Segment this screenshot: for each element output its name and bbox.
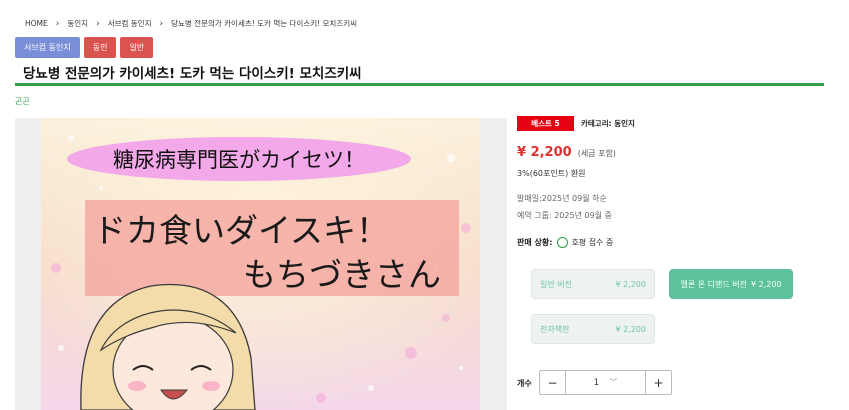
quantity-decrease-button[interactable]: − xyxy=(540,371,566,394)
tag-subculture[interactable]: 서브컴 동인지 xyxy=(15,37,80,58)
chevron-right-icon: › xyxy=(159,18,164,29)
page-title: 당뇨병 전문의가 카이세츠! 도카 먹는 다이스키! 모치즈키씨 xyxy=(23,66,362,82)
quantity-value: 1 xyxy=(593,377,600,388)
breadcrumb-current: 당뇨병 전문의가 카이세츠! 도카 먹는 다이스키! 모치즈키씨 xyxy=(171,19,358,28)
quantity-label: 개수 xyxy=(517,379,532,388)
tax-note: (세금 포함) xyxy=(577,149,616,158)
version-label: 멜론 온 디맨드 버전 xyxy=(680,279,747,289)
reserve-group: 예약 그룹: 2025년 09월 중 xyxy=(517,211,612,220)
release-date: 발매일:2025년 09월 하순 xyxy=(517,194,607,203)
cover-line3: もちづきさん xyxy=(243,255,441,294)
quantity-increase-button[interactable]: + xyxy=(645,371,671,394)
cover-line1: 糖尿病専門医がカイセツ！ xyxy=(113,148,365,172)
version-on-demand-button[interactable]: 멜론 온 디맨드 버전 ¥ 2,200 xyxy=(669,269,793,299)
points-rebate: 3%(60포인트) 환원 xyxy=(517,169,586,178)
cover-line2: ドカ食いダイスキ！ xyxy=(93,211,389,250)
version-price: ¥ 2,200 xyxy=(750,279,782,289)
version-price: ¥ 2,200 xyxy=(615,324,646,334)
cover-image[interactable]: 糖尿病専門医がカイセツ！ ドカ食いダイスキ！ もちづきさん xyxy=(41,118,480,410)
tag-doujin[interactable]: 동인 xyxy=(83,37,117,58)
status-circle-icon xyxy=(557,237,569,248)
price-row: ¥ 2,200 (세금 포함) xyxy=(517,145,616,160)
chevron-right-icon: › xyxy=(55,18,60,29)
version-label: 일반 버전 xyxy=(540,279,572,289)
tag-general[interactable]: 일반 xyxy=(120,37,154,58)
version-general-button[interactable]: 일반 버전 ¥ 2,200 xyxy=(531,269,655,299)
price: ¥ 2,200 xyxy=(517,145,572,160)
quantity-select[interactable]: 1 ﹀ xyxy=(566,377,645,388)
category-label[interactable]: 카테고리: 동인지 xyxy=(581,118,635,129)
quantity-stepper: − 1 ﹀ + xyxy=(539,370,672,395)
tag-list: 서브컴 동인지 동인 일반 xyxy=(15,37,154,58)
sales-status-label: 판매 상황: xyxy=(517,238,553,247)
sales-status: 판매 상황: 호평 접수 중 xyxy=(517,237,613,248)
breadcrumb-subculture[interactable]: 서브컴 동인지 xyxy=(108,18,152,29)
chevron-down-icon: ﹀ xyxy=(609,378,618,387)
author-link[interactable]: 곤곤 xyxy=(15,96,30,107)
version-ebook-button[interactable]: 전자책판 ¥ 2,200 xyxy=(531,314,655,344)
breadcrumb-home[interactable]: HOME xyxy=(25,19,48,28)
chevron-right-icon: › xyxy=(96,18,100,29)
breadcrumb: HOME › 동인지 › 서브컴 동인지 › 당뇨병 전문의가 카이세츠! 도카… xyxy=(25,18,357,29)
sales-status-value: 호평 접수 중 xyxy=(571,238,614,247)
title-divider xyxy=(15,83,824,86)
best-badge: 베스트 5 xyxy=(517,116,574,131)
breadcrumb-doujinshi[interactable]: 동인지 xyxy=(67,18,88,29)
version-label: 전자책판 xyxy=(540,324,570,334)
version-price: ¥ 2,200 xyxy=(615,279,646,289)
